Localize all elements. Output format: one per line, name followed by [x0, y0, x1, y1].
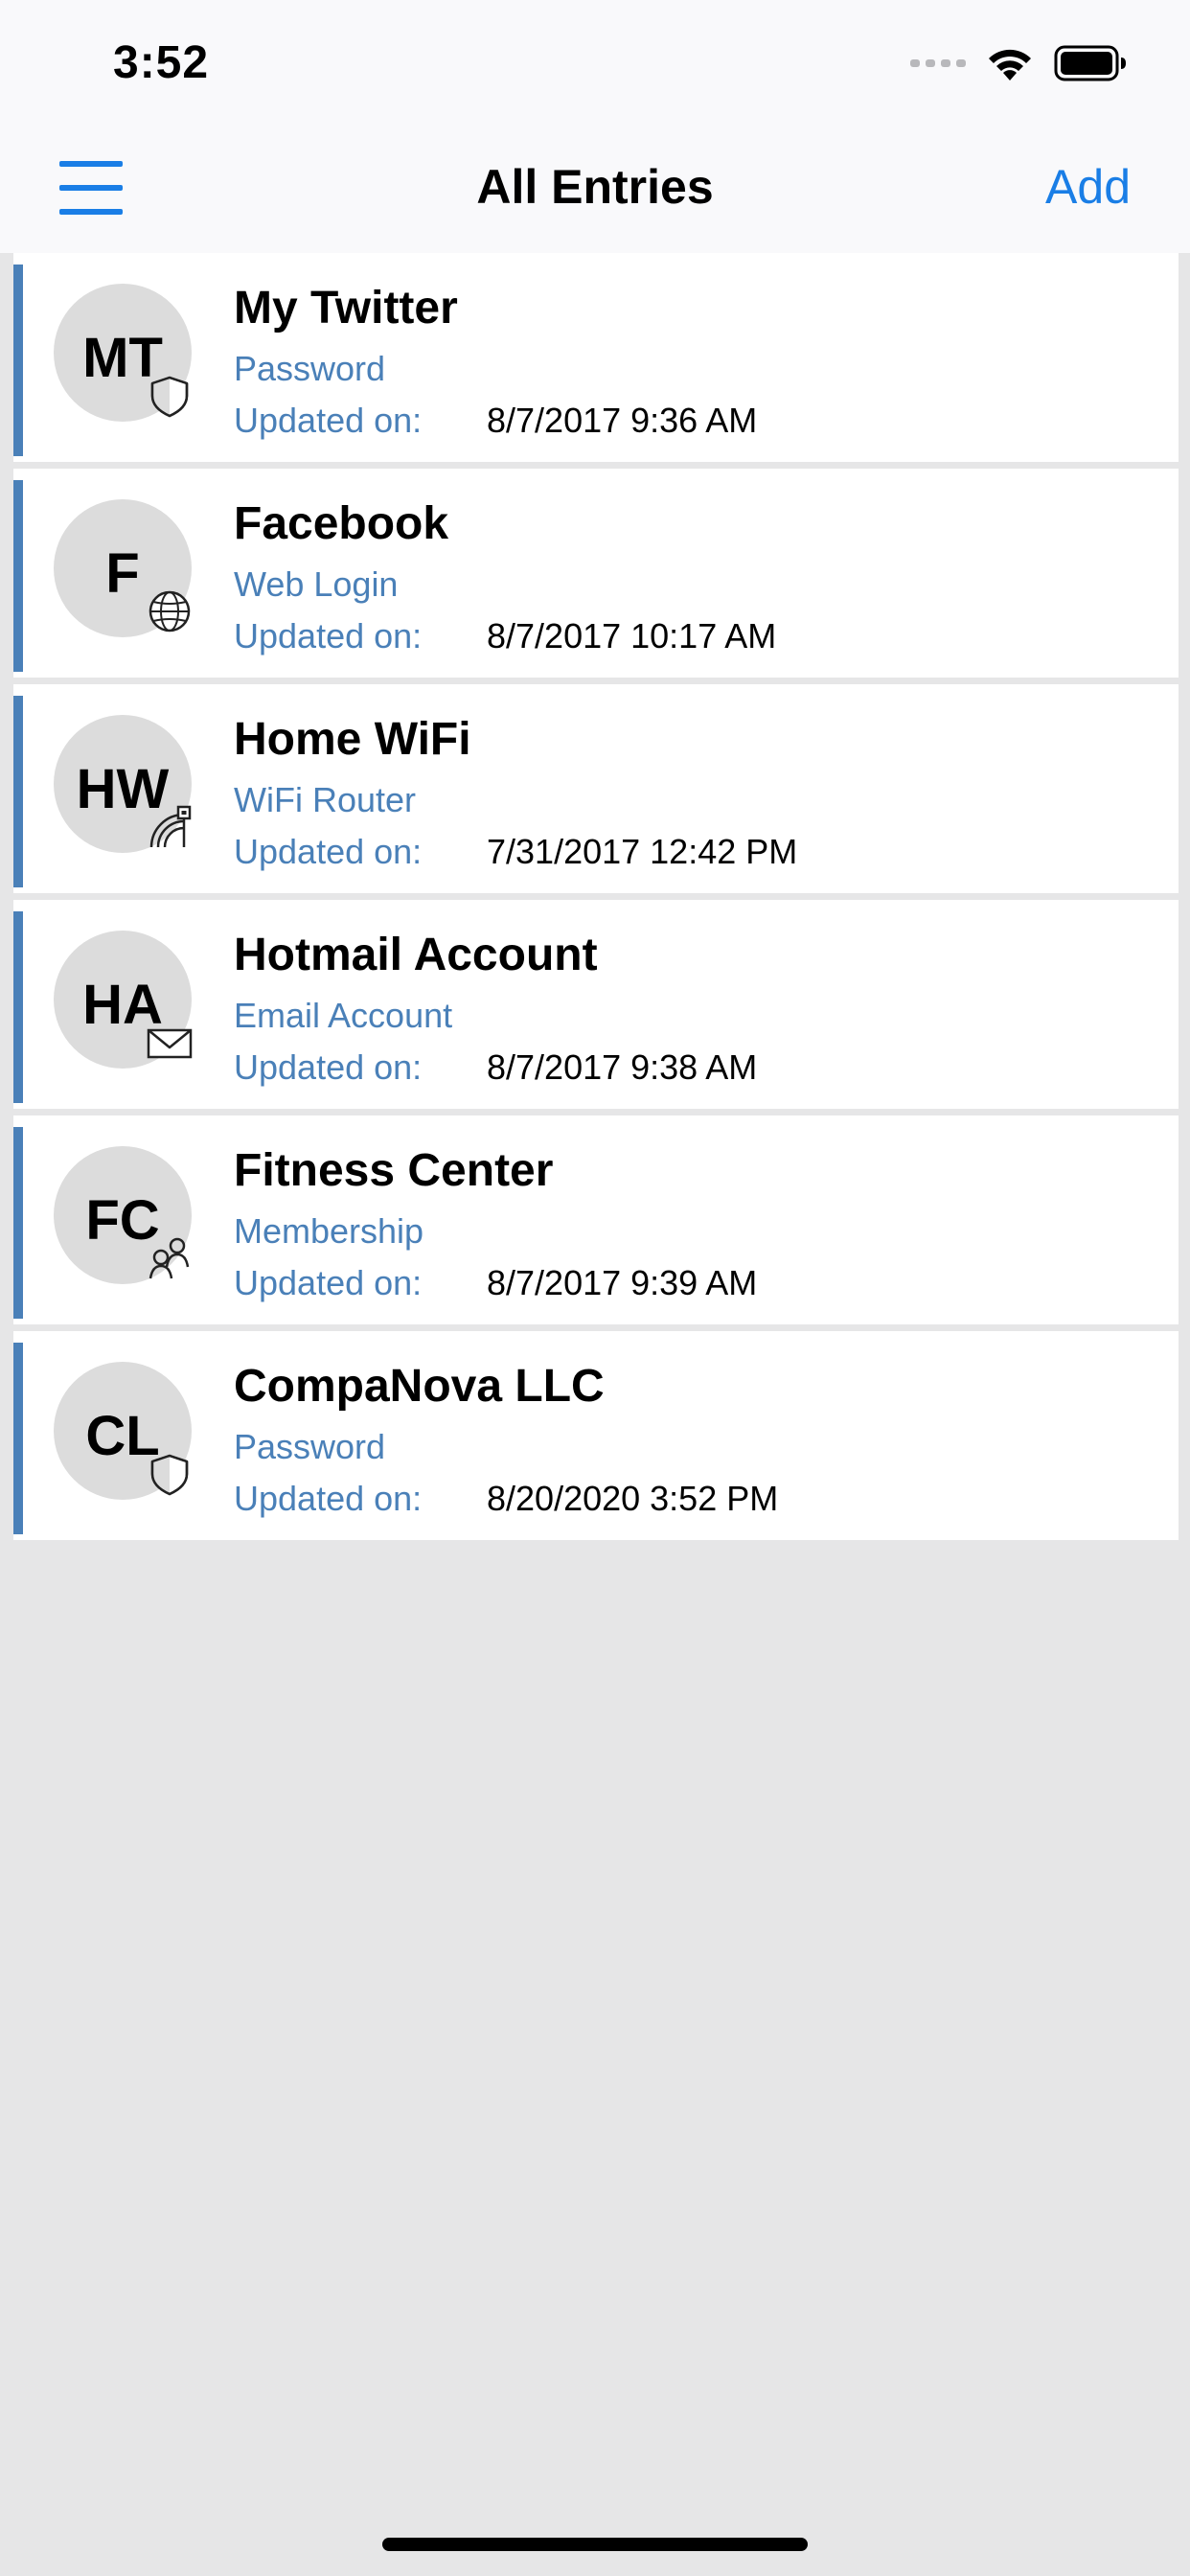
add-button[interactable]: Add — [1045, 159, 1131, 215]
updated-value: 8/20/2020 3:52 PM — [487, 1479, 779, 1518]
entry-title: CompaNova LLC — [234, 1361, 605, 1412]
list-item[interactable]: F Facebook Web Login Updated on: 8/7/201… — [13, 469, 1179, 678]
avatar: FC — [54, 1146, 192, 1284]
updated-label: Updated on: — [234, 1479, 423, 1518]
wifi-icon — [989, 49, 1031, 80]
list-item[interactable]: HA Hotmail Account Email Account Updated… — [13, 900, 1179, 1109]
entry-title: My Twitter — [234, 283, 458, 334]
battery-icon — [1054, 45, 1126, 81]
row-accent — [13, 1127, 23, 1319]
avatar: HA — [54, 931, 193, 1069]
page-title: All Entries — [476, 160, 714, 214]
entry-type: Email Account — [234, 996, 453, 1035]
updated-label: Updated on: — [234, 401, 423, 440]
list-item[interactable]: CL CompaNova LLC Password Updated on: 8/… — [13, 1331, 1179, 1540]
avatar: F — [54, 499, 192, 637]
shield-icon — [150, 376, 189, 418]
entry-type: Membership — [234, 1211, 424, 1251]
row-accent — [13, 480, 23, 672]
updated-value: 8/7/2017 9:39 AM — [487, 1263, 758, 1302]
router-icon — [149, 805, 192, 848]
updated-value: 8/7/2017 9:38 AM — [487, 1047, 758, 1087]
entry-type: Password — [234, 1427, 386, 1466]
envelope-icon — [147, 1028, 193, 1059]
updated-label: Updated on: — [234, 832, 423, 871]
list-item[interactable]: HW Home WiFi WiFi Router Updated on: 7/3… — [13, 684, 1179, 893]
list-item[interactable]: FC Fitness Center Membership Updated on:… — [13, 1116, 1179, 1324]
entry-title: Facebook — [234, 498, 449, 549]
people-icon — [149, 1237, 190, 1279]
cellular-signal-icon — [910, 59, 966, 67]
row-accent — [13, 264, 23, 456]
status-time: 3:52 — [113, 37, 210, 88]
status-bar: 3:52 — [0, 0, 1190, 134]
entry-title: Fitness Center — [234, 1145, 554, 1196]
updated-value: 7/31/2017 12:42 PM — [487, 832, 798, 871]
entries-list: MT My Twitter Password Updated on: 8/7/2… — [13, 253, 1179, 1547]
globe-icon — [149, 590, 191, 632]
nav-bar: All Entries Add — [0, 134, 1190, 253]
updated-label: Updated on: — [234, 1047, 423, 1087]
updated-label: Updated on: — [234, 1263, 423, 1302]
avatar: HW — [54, 715, 192, 853]
row-accent — [13, 911, 23, 1103]
avatar: MT — [54, 284, 192, 422]
updated-label: Updated on: — [234, 616, 423, 656]
entry-type: Password — [234, 349, 386, 388]
entry-type: WiFi Router — [234, 780, 417, 819]
row-accent — [13, 1343, 23, 1534]
avatar: CL — [54, 1362, 192, 1500]
shield-icon — [150, 1454, 189, 1496]
entry-title: Home WiFi — [234, 714, 471, 765]
list-item[interactable]: MT My Twitter Password Updated on: 8/7/2… — [13, 253, 1179, 462]
updated-value: 8/7/2017 10:17 AM — [487, 616, 777, 656]
home-indicator[interactable] — [382, 2538, 808, 2551]
status-icons — [910, 44, 1127, 82]
updated-value: 8/7/2017 9:36 AM — [487, 401, 758, 440]
entry-type: Web Login — [234, 564, 399, 604]
entry-title: Hotmail Account — [234, 930, 598, 980]
row-accent — [13, 696, 23, 887]
